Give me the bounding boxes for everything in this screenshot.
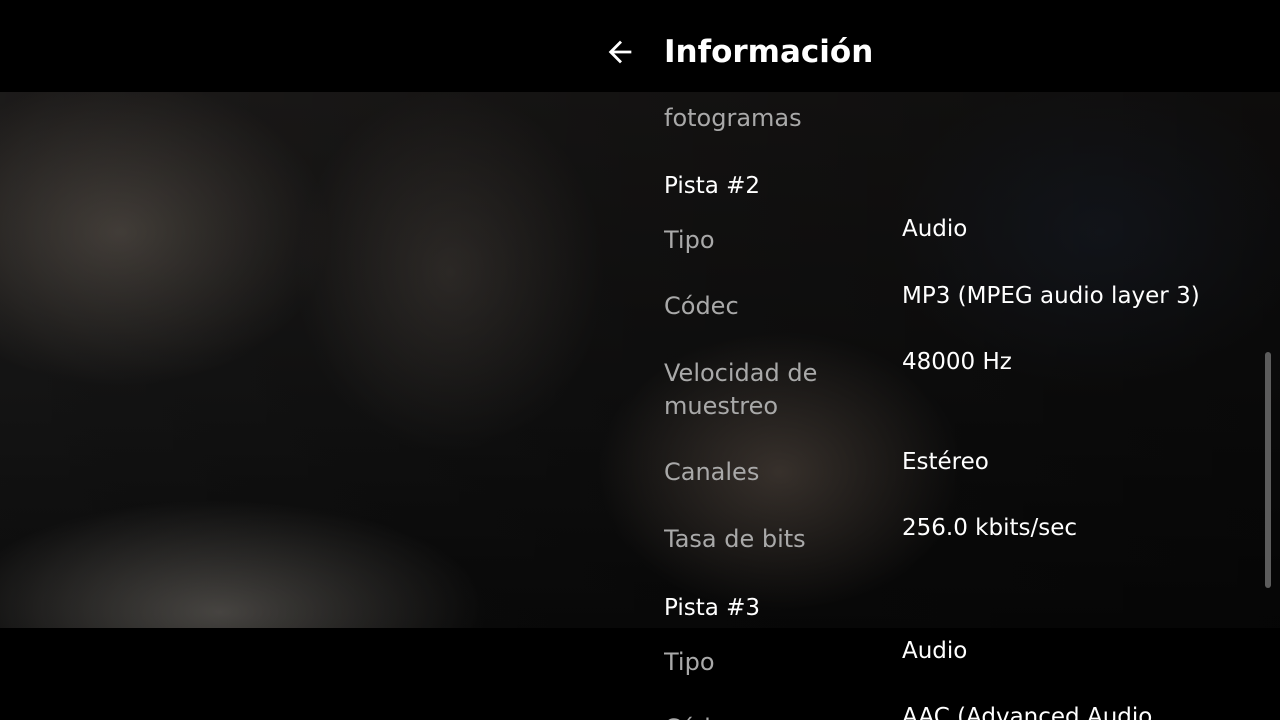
info-row-label: Tipo (664, 226, 715, 254)
back-button[interactable] (598, 30, 642, 74)
info-row-label: Tipo (664, 648, 715, 676)
info-row-value: Audio (902, 638, 968, 664)
scrollbar-thumb[interactable] (1265, 352, 1271, 588)
info-row-value: 48000 Hz (902, 349, 1012, 375)
info-row-value: Audio (902, 216, 968, 242)
track-heading: Pista #2 (664, 173, 761, 199)
info-list[interactable]: fotogramas Pista #2 Tipo Audio Códec MP3… (664, 92, 1264, 720)
info-row-label: Códec (664, 292, 739, 320)
info-row-label: Velocidad de muestreo (664, 359, 818, 420)
track-heading: Pista #3 (664, 595, 761, 621)
info-row-value: 256.0 kbits/sec (902, 515, 1077, 541)
info-row-label: fotogramas (664, 104, 802, 132)
media-info-screen: Información fotogramas Pista #2 Tipo Aud… (0, 0, 1280, 720)
arrow-left-icon (608, 40, 632, 64)
info-row-value: MP3 (MPEG audio layer 3) (902, 283, 1200, 309)
info-row-value: Estéreo (902, 449, 989, 475)
info-row-label: Tasa de bits (664, 525, 806, 553)
info-row-value: AAC (Advanced Audio (902, 704, 1153, 720)
info-row-label: Códec (664, 712, 884, 720)
page-title: Información (664, 34, 874, 70)
header-bar: Información (0, 0, 1280, 92)
info-row-label: Canales (664, 458, 760, 486)
